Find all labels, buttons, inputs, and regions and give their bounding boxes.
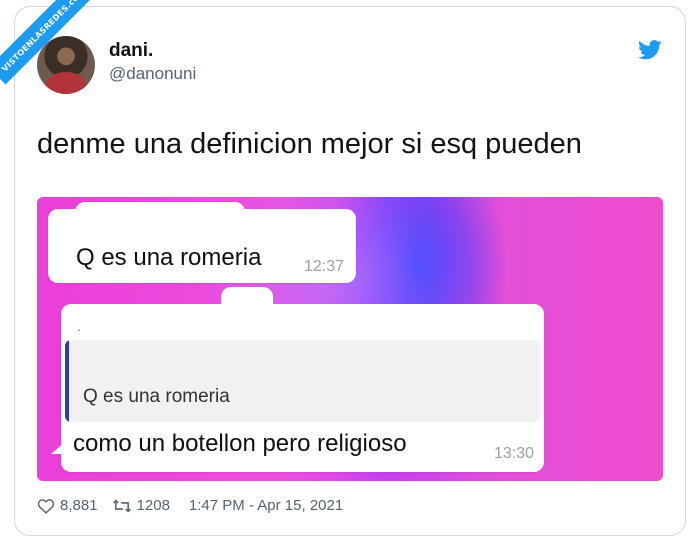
chat-bubble-reply: . Q es una romeria como un botellon pero… [51,304,544,472]
chat-message-text: como un botellon pero religioso [73,430,407,457]
display-name[interactable]: dani. [109,40,153,62]
tweet-media-screenshot[interactable]: Q es una romeria 12:37 . Q es una romeri… [37,197,663,481]
quote-bar [65,340,69,422]
retweet-icon [112,499,131,512]
twitter-bird-icon[interactable] [638,40,662,60]
heart-icon [37,498,55,514]
chat-message-time: 12:37 [303,258,344,275]
quoted-message: Q es una romeria [65,340,540,422]
chat-message-time: 13:30 [493,445,534,462]
like-count: 8,881 [60,497,98,514]
tweet-timestamp-item[interactable]: 1:47 PM - Apr 15, 2021 [184,497,343,514]
chat-dot: . [77,318,81,334]
tweet-footer: 8,881 1208 1:47 PM - Apr 15, 2021 [37,497,357,514]
avatar-figure [45,72,87,94]
like-action[interactable]: 8,881 [37,497,98,514]
quoted-message-text: Q es una romeria [83,386,230,407]
chat-message-text: Q es una romeria [76,244,262,271]
avatar[interactable] [37,36,95,94]
tweet-text: denme una definicion mejor si esq pueden [37,128,582,160]
bubble-tail [51,442,65,454]
retweet-action[interactable]: 1208 [112,497,170,514]
retweet-count: 1208 [136,497,170,514]
chat-bubble-question: Q es una romeria 12:37 [48,209,356,283]
tweet-timestamp: 1:47 PM - Apr 15, 2021 [188,497,344,514]
bubble-top-edge [221,287,273,305]
user-handle[interactable]: @danonuni [109,64,196,84]
